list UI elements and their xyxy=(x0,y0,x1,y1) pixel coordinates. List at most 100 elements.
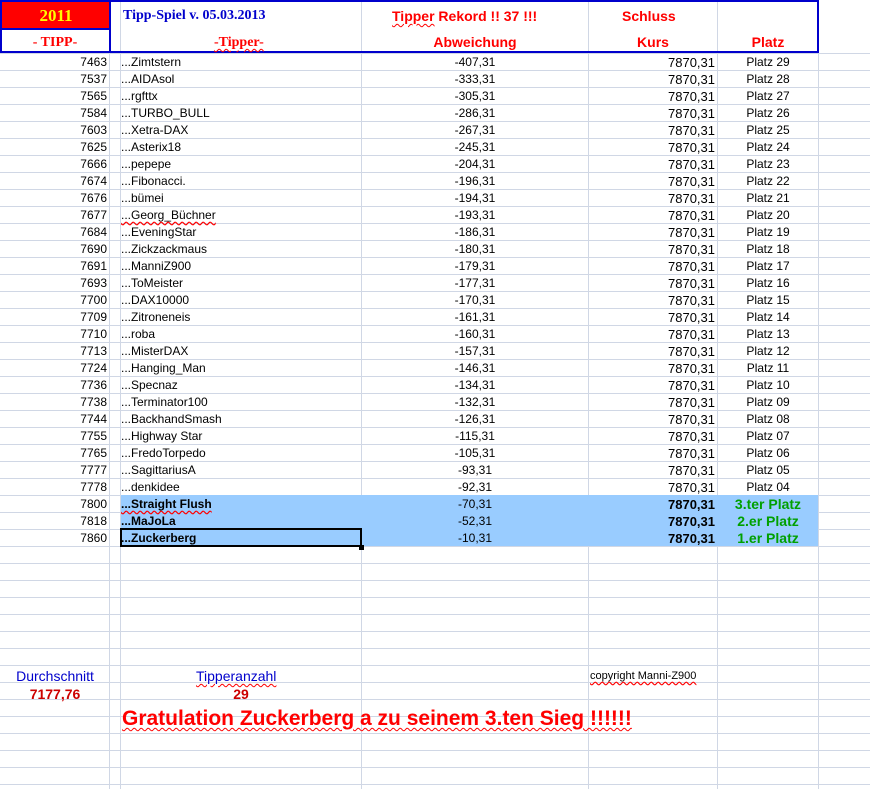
tipper-cell[interactable]: ...pepepe xyxy=(121,156,361,173)
tipp-cell[interactable]: 7713 xyxy=(0,343,109,360)
fill-handle[interactable] xyxy=(359,545,364,550)
tipper-cell[interactable]: ...DAX10000 xyxy=(121,292,361,309)
tipp-cell[interactable]: 7860 xyxy=(0,530,109,547)
abweichung-cell[interactable]: -170,31 xyxy=(362,292,588,309)
durchschnitt-value[interactable]: 7177,76 xyxy=(0,686,110,702)
schluss-label[interactable]: Schluss xyxy=(622,8,676,24)
abweichung-cell[interactable]: -333,31 xyxy=(362,71,588,88)
abweichung-cell[interactable]: -204,31 xyxy=(362,156,588,173)
kurs-cell[interactable]: 7870,31 xyxy=(589,394,717,411)
abweichung-cell[interactable]: -186,31 xyxy=(362,224,588,241)
tipp-cell[interactable]: 7674 xyxy=(0,173,109,190)
tipper-cell[interactable]: ...TURBO_BULL xyxy=(121,105,361,122)
kurs-cell[interactable]: 7870,31 xyxy=(589,462,717,479)
tipper-cell[interactable]: ...Xetra-DAX xyxy=(121,122,361,139)
abweichung-cell[interactable]: -132,31 xyxy=(362,394,588,411)
kurs-cell[interactable]: 7870,31 xyxy=(589,496,717,513)
abweichung-cell[interactable]: -157,31 xyxy=(362,343,588,360)
tipp-cell[interactable]: 7603 xyxy=(0,122,109,139)
tipper-cell[interactable]: ...Zimtstern xyxy=(121,54,361,71)
abweichung-cell[interactable]: -177,31 xyxy=(362,275,588,292)
platz-cell[interactable]: 2.er Platz xyxy=(718,513,818,530)
tipper-cell[interactable]: ...FredoTorpedo xyxy=(121,445,361,462)
abweichung-cell[interactable]: -146,31 xyxy=(362,360,588,377)
abweichung-cell[interactable]: -92,31 xyxy=(362,479,588,496)
abweichung-cell[interactable]: -105,31 xyxy=(362,445,588,462)
tipp-cell[interactable]: 7693 xyxy=(0,275,109,292)
abweichung-cell[interactable]: -161,31 xyxy=(362,309,588,326)
platz-cell[interactable]: Platz 24 xyxy=(718,139,818,156)
tipper-cell[interactable]: ...denkidee xyxy=(121,479,361,496)
platz-cell[interactable]: Platz 20 xyxy=(718,207,818,224)
kurs-cell[interactable]: 7870,31 xyxy=(589,71,717,88)
kurs-cell[interactable]: 7870,31 xyxy=(589,224,717,241)
tipp-cell[interactable]: 7744 xyxy=(0,411,109,428)
platz-cell[interactable]: Platz 11 xyxy=(718,360,818,377)
tipp-cell[interactable]: 7537 xyxy=(0,71,109,88)
platz-cell[interactable]: Platz 28 xyxy=(718,71,818,88)
tipp-cell[interactable]: 7818 xyxy=(0,513,109,530)
col-tipp-header[interactable]: - TIPP- xyxy=(0,35,110,51)
durchschnitt-label[interactable]: Durchschnitt xyxy=(0,668,110,684)
tipper-cell[interactable]: ...EveningStar xyxy=(121,224,361,241)
platz-cell[interactable]: Platz 18 xyxy=(718,241,818,258)
col-platz-header[interactable]: Platz xyxy=(718,34,818,50)
tipp-cell[interactable]: 7690 xyxy=(0,241,109,258)
platz-cell[interactable]: Platz 21 xyxy=(718,190,818,207)
kurs-cell[interactable]: 7870,31 xyxy=(589,428,717,445)
platz-cell[interactable]: Platz 12 xyxy=(718,343,818,360)
tipp-cell[interactable]: 7736 xyxy=(0,377,109,394)
tipper-cell[interactable]: ...Specnaz xyxy=(121,377,361,394)
cell-selection[interactable] xyxy=(120,528,362,547)
kurs-cell[interactable]: 7870,31 xyxy=(589,479,717,496)
abweichung-cell[interactable]: -194,31 xyxy=(362,190,588,207)
tipper-cell[interactable]: ...ManniZ900 xyxy=(121,258,361,275)
platz-cell[interactable]: Platz 08 xyxy=(718,411,818,428)
abweichung-cell[interactable]: -305,31 xyxy=(362,88,588,105)
tipper-cell[interactable]: ...Terminator100 xyxy=(121,394,361,411)
kurs-cell[interactable]: 7870,31 xyxy=(589,190,717,207)
spiel-label[interactable]: Tipp-Spiel v. 05.03.2013 xyxy=(123,8,266,24)
tipper-cell[interactable]: ...MisterDAX xyxy=(121,343,361,360)
platz-cell[interactable]: Platz 29 xyxy=(718,54,818,71)
platz-cell[interactable]: Platz 17 xyxy=(718,258,818,275)
tipper-cell[interactable]: ...bümei xyxy=(121,190,361,207)
tipper-cell[interactable]: ...roba xyxy=(121,326,361,343)
kurs-cell[interactable]: 7870,31 xyxy=(589,54,717,71)
tipp-cell[interactable]: 7463 xyxy=(0,54,109,71)
copyright-label[interactable]: copyright Manni-Z900 xyxy=(590,670,696,682)
tipper-cell[interactable]: ...Zickzackmaus xyxy=(121,241,361,258)
platz-cell[interactable]: 3.ter Platz xyxy=(718,496,818,513)
tipper-cell[interactable]: ...BackhandSmash xyxy=(121,411,361,428)
abweichung-cell[interactable]: -126,31 xyxy=(362,411,588,428)
tipp-cell[interactable]: 7709 xyxy=(0,309,109,326)
abweichung-cell[interactable]: -134,31 xyxy=(362,377,588,394)
tipper-cell[interactable]: ...Zitroneneis xyxy=(121,309,361,326)
tipp-cell[interactable]: 7778 xyxy=(0,479,109,496)
kurs-cell[interactable]: 7870,31 xyxy=(589,530,717,547)
abweichung-cell[interactable]: -93,31 xyxy=(362,462,588,479)
col-tipper-header[interactable]: -Tipper- xyxy=(214,35,264,51)
kurs-cell[interactable]: 7870,31 xyxy=(589,258,717,275)
abweichung-cell[interactable]: -286,31 xyxy=(362,105,588,122)
platz-cell[interactable]: Platz 19 xyxy=(718,224,818,241)
tipp-cell[interactable]: 7777 xyxy=(0,462,109,479)
tipp-cell[interactable]: 7710 xyxy=(0,326,109,343)
tipp-cell[interactable]: 7584 xyxy=(0,105,109,122)
platz-cell[interactable]: Platz 14 xyxy=(718,309,818,326)
platz-cell[interactable]: Platz 13 xyxy=(718,326,818,343)
tipper-cell[interactable]: ...Highway Star xyxy=(121,428,361,445)
tipper-cell[interactable]: ...AIDAsol xyxy=(121,71,361,88)
tipper-cell[interactable]: ...Fibonacci. xyxy=(121,173,361,190)
col-kurs-header[interactable]: Kurs xyxy=(589,34,717,50)
kurs-cell[interactable]: 7870,31 xyxy=(589,275,717,292)
kurs-cell[interactable]: 7870,31 xyxy=(589,173,717,190)
abweichung-cell[interactable]: -10,31 xyxy=(362,530,588,547)
kurs-cell[interactable]: 7870,31 xyxy=(589,445,717,462)
abweichung-cell[interactable]: -193,31 xyxy=(362,207,588,224)
tipp-cell[interactable]: 7724 xyxy=(0,360,109,377)
platz-cell[interactable]: Platz 25 xyxy=(718,122,818,139)
kurs-cell[interactable]: 7870,31 xyxy=(589,156,717,173)
tipp-cell[interactable]: 7765 xyxy=(0,445,109,462)
platz-cell[interactable]: Platz 26 xyxy=(718,105,818,122)
